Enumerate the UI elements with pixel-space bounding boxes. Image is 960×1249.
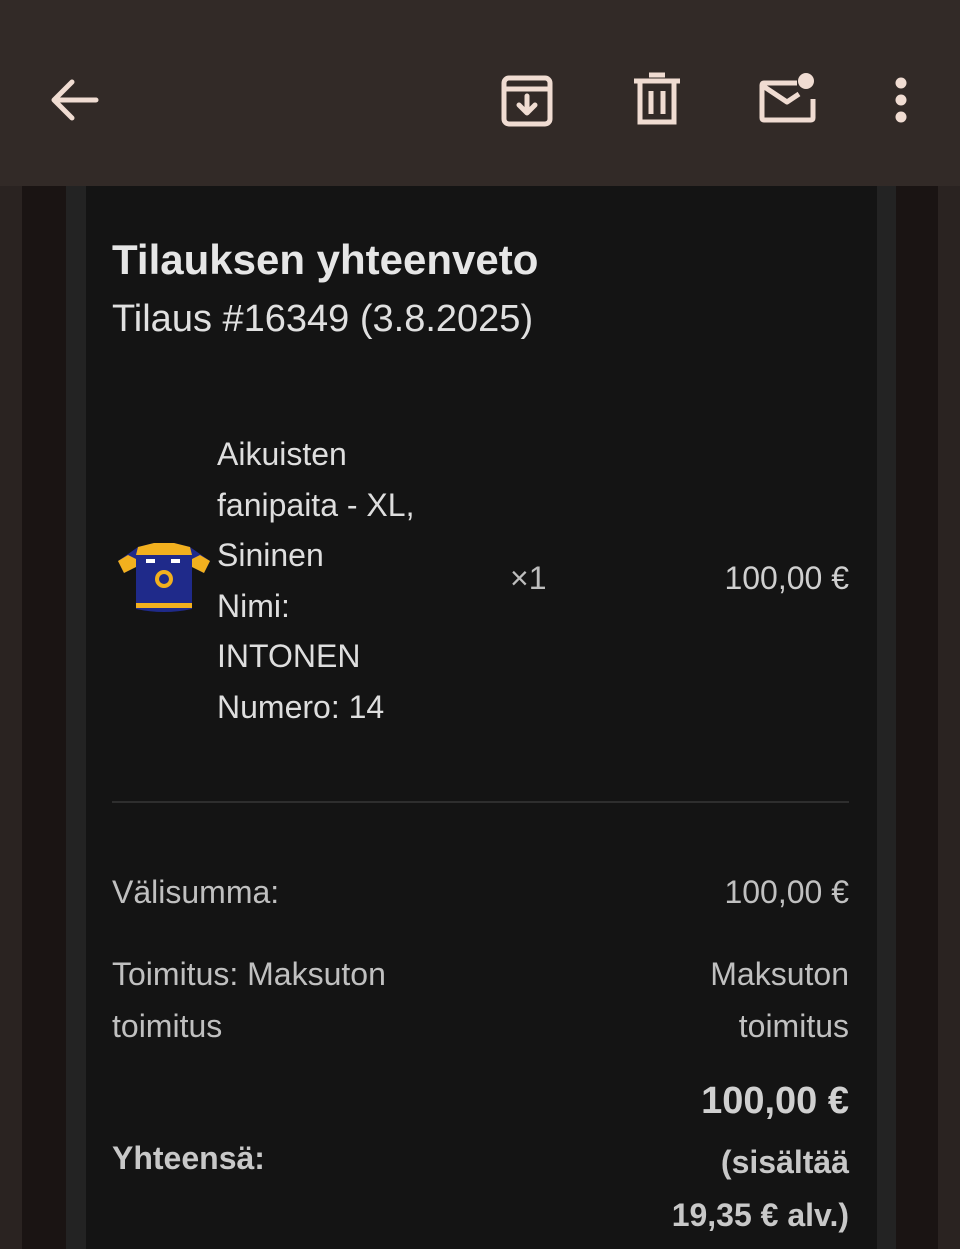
item-description: Aikuisten fanipaita - XL, Sininen Nimi: …: [217, 429, 477, 732]
shipping-value: Maksuton toimitus: [710, 948, 849, 1052]
subtotal-value: 100,00 €: [724, 874, 849, 910]
email-body: Tilauksen yhteenveto Tilaus #16349 (3.8.…: [0, 186, 960, 1249]
arrow-left-icon[interactable]: [44, 70, 104, 130]
frame-border: [896, 186, 938, 1249]
item-line: Numero: 14: [217, 688, 385, 725]
item-line: Sininen: [217, 537, 324, 573]
item-line: fanipaita - XL,: [217, 486, 415, 523]
total-note-line: (sisältää: [720, 1144, 849, 1180]
frame-border: [22, 186, 66, 1249]
frame-border: [66, 186, 86, 1249]
more-vertical-icon[interactable]: [884, 70, 918, 130]
total-vat-note: (sisältää 19,35 € alv.): [672, 1136, 849, 1242]
shipping-label: Toimitus: Maksuton toimitus: [112, 948, 386, 1052]
item-line: INTONEN: [217, 638, 361, 674]
shipping-value-line: toimitus: [738, 1008, 849, 1044]
shipping-value-line: Maksuton: [710, 956, 849, 992]
item-price: 100,00 €: [724, 560, 849, 596]
archive-icon[interactable]: [496, 70, 558, 130]
shipping-label-line: toimitus: [112, 1008, 223, 1044]
total-label: Yhteensä:: [112, 1140, 265, 1176]
order-summary-title: Tilauksen yhteenveto: [112, 236, 539, 283]
subtotal-label: Välisumma:: [112, 874, 280, 910]
item-quantity: ×1: [510, 560, 547, 596]
frame-border: [877, 186, 896, 1249]
jersey-icon: [116, 541, 212, 617]
total-note-line: 19,35 € alv.): [671, 1197, 849, 1233]
shipping-label-line: Toimitus: Maksuton: [112, 956, 386, 992]
trash-icon[interactable]: [628, 70, 686, 130]
mark-unread-icon[interactable]: [756, 68, 820, 130]
order-summary-card: Tilauksen yhteenveto Tilaus #16349 (3.8.…: [86, 186, 877, 1249]
app-toolbar: [0, 0, 960, 186]
total-amount: 100,00 €: [701, 1080, 849, 1122]
order-number: Tilaus #16349 (3.8.2025): [112, 298, 534, 340]
divider: [112, 801, 849, 803]
item-line: Aikuisten: [217, 436, 347, 472]
item-line: Nimi:: [217, 587, 290, 624]
